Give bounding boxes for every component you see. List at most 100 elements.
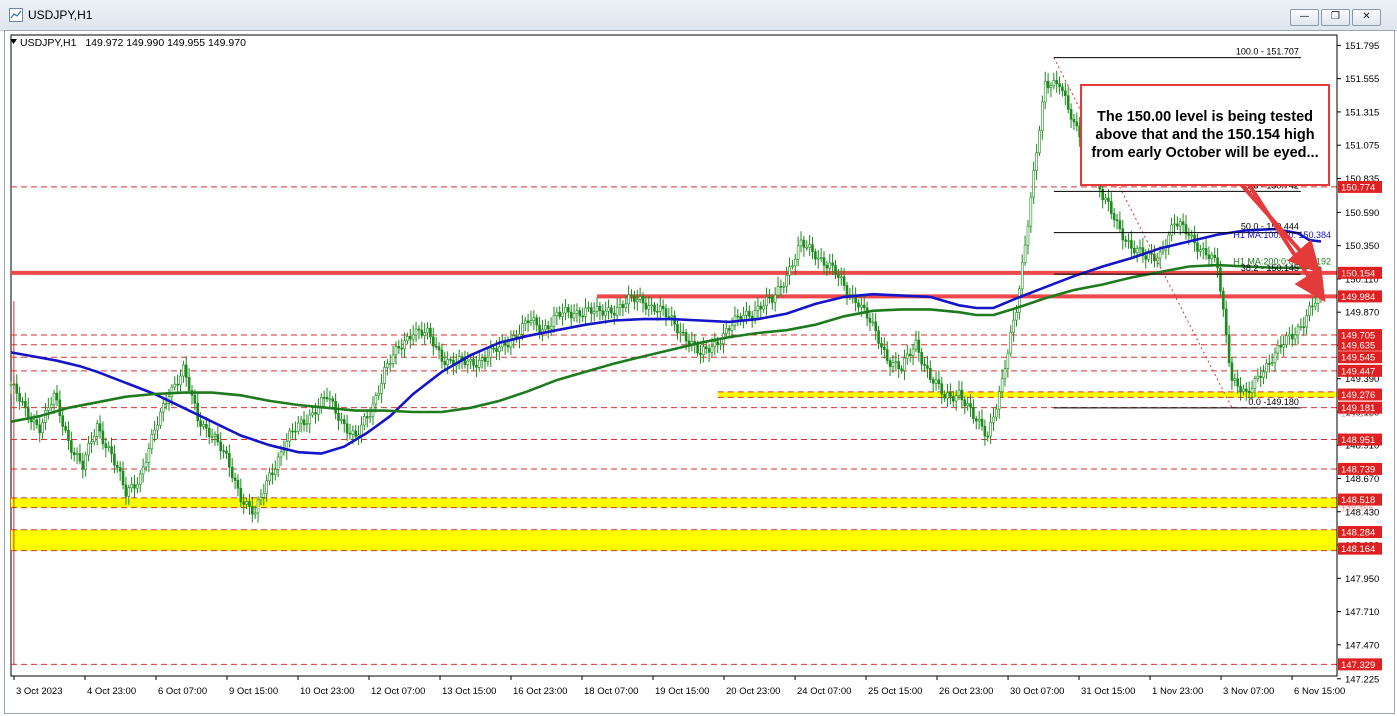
candle-body	[1247, 390, 1251, 393]
candle-body	[960, 389, 964, 401]
candle-body	[624, 303, 628, 308]
candle-body	[24, 401, 27, 408]
candle-body	[273, 469, 277, 476]
candle-body	[233, 477, 237, 481]
candle-body	[914, 339, 918, 350]
candle-body	[1144, 255, 1148, 260]
candle-body	[187, 377, 191, 391]
candle-body	[983, 425, 987, 437]
candle-body	[1299, 326, 1303, 328]
time-tick-label: 24 Oct 07:00	[797, 686, 851, 697]
candle-body	[972, 406, 975, 419]
candle-body	[906, 353, 909, 359]
candle-body	[93, 436, 96, 443]
candle-body	[825, 264, 829, 269]
candle-body	[256, 499, 260, 514]
candle-body	[894, 361, 898, 363]
chart-frame[interactable]: 100.0 - 151.70761.8 - 150.74250.0 - 150.…	[4, 30, 1395, 714]
price-label-text: 147.329	[1341, 660, 1375, 671]
candle-body	[75, 453, 79, 456]
candle-body	[1130, 240, 1133, 249]
candle-body	[9, 383, 13, 386]
candle-body	[480, 357, 484, 361]
candle-body	[748, 311, 751, 317]
candle-body	[411, 334, 415, 340]
candle-body	[868, 317, 872, 323]
candle-body	[225, 450, 228, 454]
candle-body	[363, 416, 366, 426]
candle-body	[147, 448, 151, 463]
candle-body	[796, 245, 800, 260]
candle-body	[937, 379, 941, 385]
candle-body	[572, 313, 576, 319]
candle-body	[44, 410, 47, 423]
candle-body	[759, 305, 763, 310]
candle-body	[299, 419, 303, 424]
candle-body	[684, 332, 688, 342]
candle-body	[966, 403, 969, 407]
candle-body	[472, 359, 475, 366]
time-tick-label: 31 Oct 15:00	[1081, 686, 1135, 697]
price-tick-label: 147.950	[1345, 574, 1379, 585]
support-zone	[717, 391, 1337, 398]
candle-body	[595, 306, 599, 312]
candle-body	[1233, 378, 1237, 381]
time-tick-label: 18 Oct 07:00	[584, 686, 638, 697]
candle-body	[314, 412, 317, 415]
candle-body	[1239, 385, 1242, 392]
price-label-text: 149.545	[1341, 353, 1375, 364]
candle-body	[1181, 221, 1185, 225]
candle-body	[934, 379, 938, 384]
candle-body	[1293, 334, 1297, 340]
candle-body	[949, 392, 952, 397]
candle-body	[184, 364, 188, 378]
candle-body	[745, 311, 748, 316]
candle-body	[1216, 257, 1219, 269]
candle-body	[529, 320, 533, 323]
close-button[interactable]: ✕	[1352, 9, 1381, 26]
candle-body	[328, 398, 332, 401]
moving-average-line	[10, 263, 1321, 423]
candle-body	[523, 320, 527, 324]
candle-body	[443, 361, 447, 365]
support-zone	[11, 529, 1337, 551]
candle-body	[943, 394, 946, 399]
candle-body	[1058, 83, 1061, 88]
minimize-button[interactable]: —	[1290, 9, 1319, 26]
candle-body	[1003, 368, 1007, 380]
candle-body	[179, 375, 182, 386]
candle-body	[1262, 371, 1265, 378]
candle-body	[386, 363, 389, 368]
candle-body	[380, 383, 383, 394]
restore-button[interactable]: ❐	[1321, 9, 1350, 26]
candle-body	[716, 341, 720, 346]
candle-body	[997, 391, 1001, 410]
candle-body	[658, 305, 662, 312]
candle-body	[489, 347, 493, 358]
candle-body	[1190, 234, 1194, 237]
candle-body	[374, 395, 378, 405]
candle-body	[138, 473, 142, 485]
candle-body	[1265, 363, 1268, 373]
candle-body	[590, 307, 593, 314]
candle-body	[288, 430, 291, 442]
time-tick-label: 19 Oct 15:00	[655, 686, 709, 697]
candle-body	[64, 426, 67, 431]
price-label-ghost: 148.456	[1341, 504, 1374, 514]
candle-body	[808, 244, 811, 248]
candle-body	[429, 327, 432, 338]
candle-body	[1201, 248, 1205, 251]
candle-body	[920, 352, 923, 365]
candle-body	[276, 456, 280, 470]
candle-body	[1270, 362, 1274, 365]
ohlc-readout: 149.972 149.990 149.955 149.970	[85, 37, 246, 49]
candle-body	[770, 296, 774, 303]
candle-body	[1170, 224, 1173, 236]
candle-body	[676, 324, 679, 334]
candle-body	[1305, 315, 1308, 328]
candle-body	[1015, 312, 1018, 321]
candle-body	[776, 286, 780, 296]
candle-body	[578, 310, 582, 317]
candle-body	[483, 357, 487, 362]
candle-body	[202, 423, 205, 427]
